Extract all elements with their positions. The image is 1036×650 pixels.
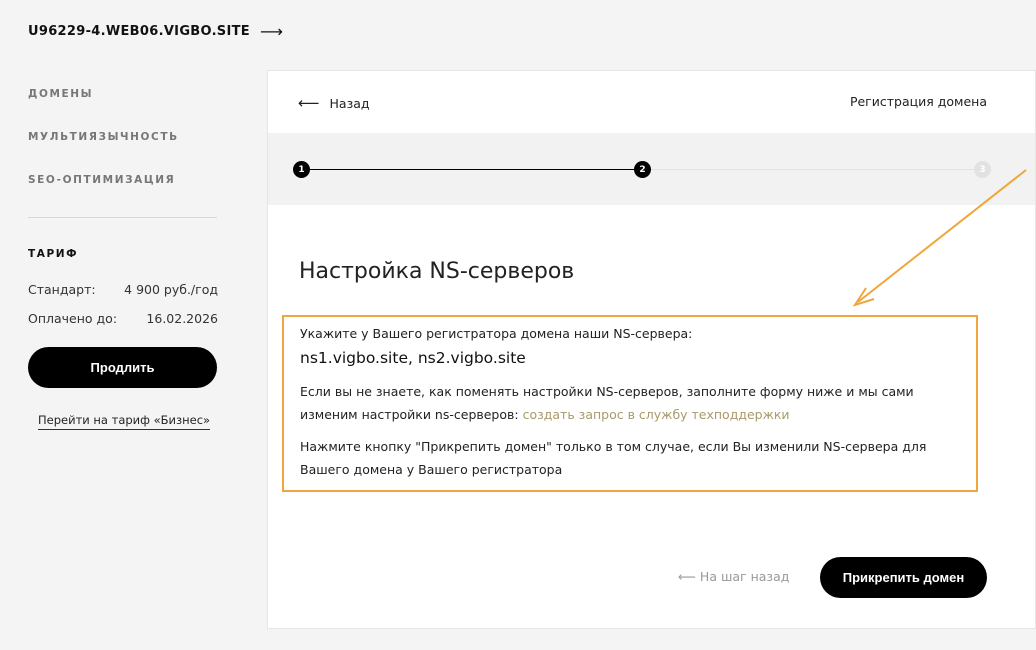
switch-tariff-link[interactable]: Перейти на тариф «Бизнес» [38, 413, 211, 430]
step-2-indicator: 2 [634, 161, 651, 178]
tariff-plan-label: Стандарт: [28, 282, 96, 297]
panel-header: ⟵ Назад Регистрация домена [268, 71, 1035, 133]
sidebar-divider [28, 217, 217, 218]
back-label: Назад [329, 95, 370, 111]
tariff-title: ТАРИФ [28, 248, 79, 260]
tariff-paid-row: Оплачено до: 16.02.2026 [28, 311, 218, 326]
step-3-indicator: 3 [974, 161, 991, 178]
tariff-paid-label: Оплачено до: [28, 311, 118, 326]
tariff-plan-price: 4 900 руб./год [124, 282, 218, 297]
sidebar: ДОМЕНЫ МУЛЬТИЯЗЫЧНОСТЬ SEO-ОПТИМИЗАЦИЯ Т… [28, 88, 218, 430]
step-1-indicator: 1 [293, 161, 310, 178]
support-request-link[interactable]: создать запрос в службу техподдержки [523, 407, 790, 422]
step-line-pending [642, 169, 982, 170]
arrow-right-icon: ⟶ [259, 22, 284, 41]
ns-servers-value: ns1.vigbo.site, ns2.vigbo.site [300, 349, 526, 367]
sidebar-item-multilanguage[interactable]: МУЛЬТИЯЗЫЧНОСТЬ [28, 131, 218, 143]
back-button[interactable]: ⟵ Назад [298, 94, 370, 112]
tariff-plan-row: Стандарт: 4 900 руб./год [28, 282, 218, 297]
tariff-paid-date: 16.02.2026 [146, 311, 218, 326]
ns-help-text: Если вы не знаете, как поменять настройк… [300, 380, 960, 426]
domain-registration-panel: ⟵ Назад Регистрация домена 1 2 3 Настрой… [267, 70, 1036, 629]
ns-intro-text: Укажите у Вашего регистратора домена наш… [300, 326, 693, 341]
arrow-left-icon: ⟵ [678, 569, 696, 584]
sidebar-item-seo[interactable]: SEO-ОПТИМИЗАЦИЯ [28, 174, 218, 186]
previous-step-button[interactable]: ⟵ На шаг назад [678, 569, 789, 584]
page-title: Настройка NS-серверов [299, 259, 575, 284]
ns-info-box: Укажите у Вашего регистратора домена наш… [282, 315, 978, 492]
attach-note-text: Нажмите кнопку "Прикрепить домен" только… [300, 439, 927, 477]
sidebar-item-domains[interactable]: ДОМЕНЫ [28, 88, 218, 100]
previous-step-label: На шаг назад [699, 569, 790, 584]
step-progress: 1 2 3 [268, 133, 1035, 205]
attach-domain-button[interactable]: Прикрепить домен [820, 557, 987, 598]
step-line-completed [308, 169, 642, 170]
arrow-left-icon: ⟵ [298, 94, 320, 112]
site-title[interactable]: U96229-4.WEB06.VIGBO.SITE ⟶ [28, 22, 283, 41]
extend-button[interactable]: Продлить [28, 347, 217, 388]
site-name: U96229-4.WEB06.VIGBO.SITE [28, 24, 250, 39]
panel-title: Регистрация домена [849, 94, 987, 109]
